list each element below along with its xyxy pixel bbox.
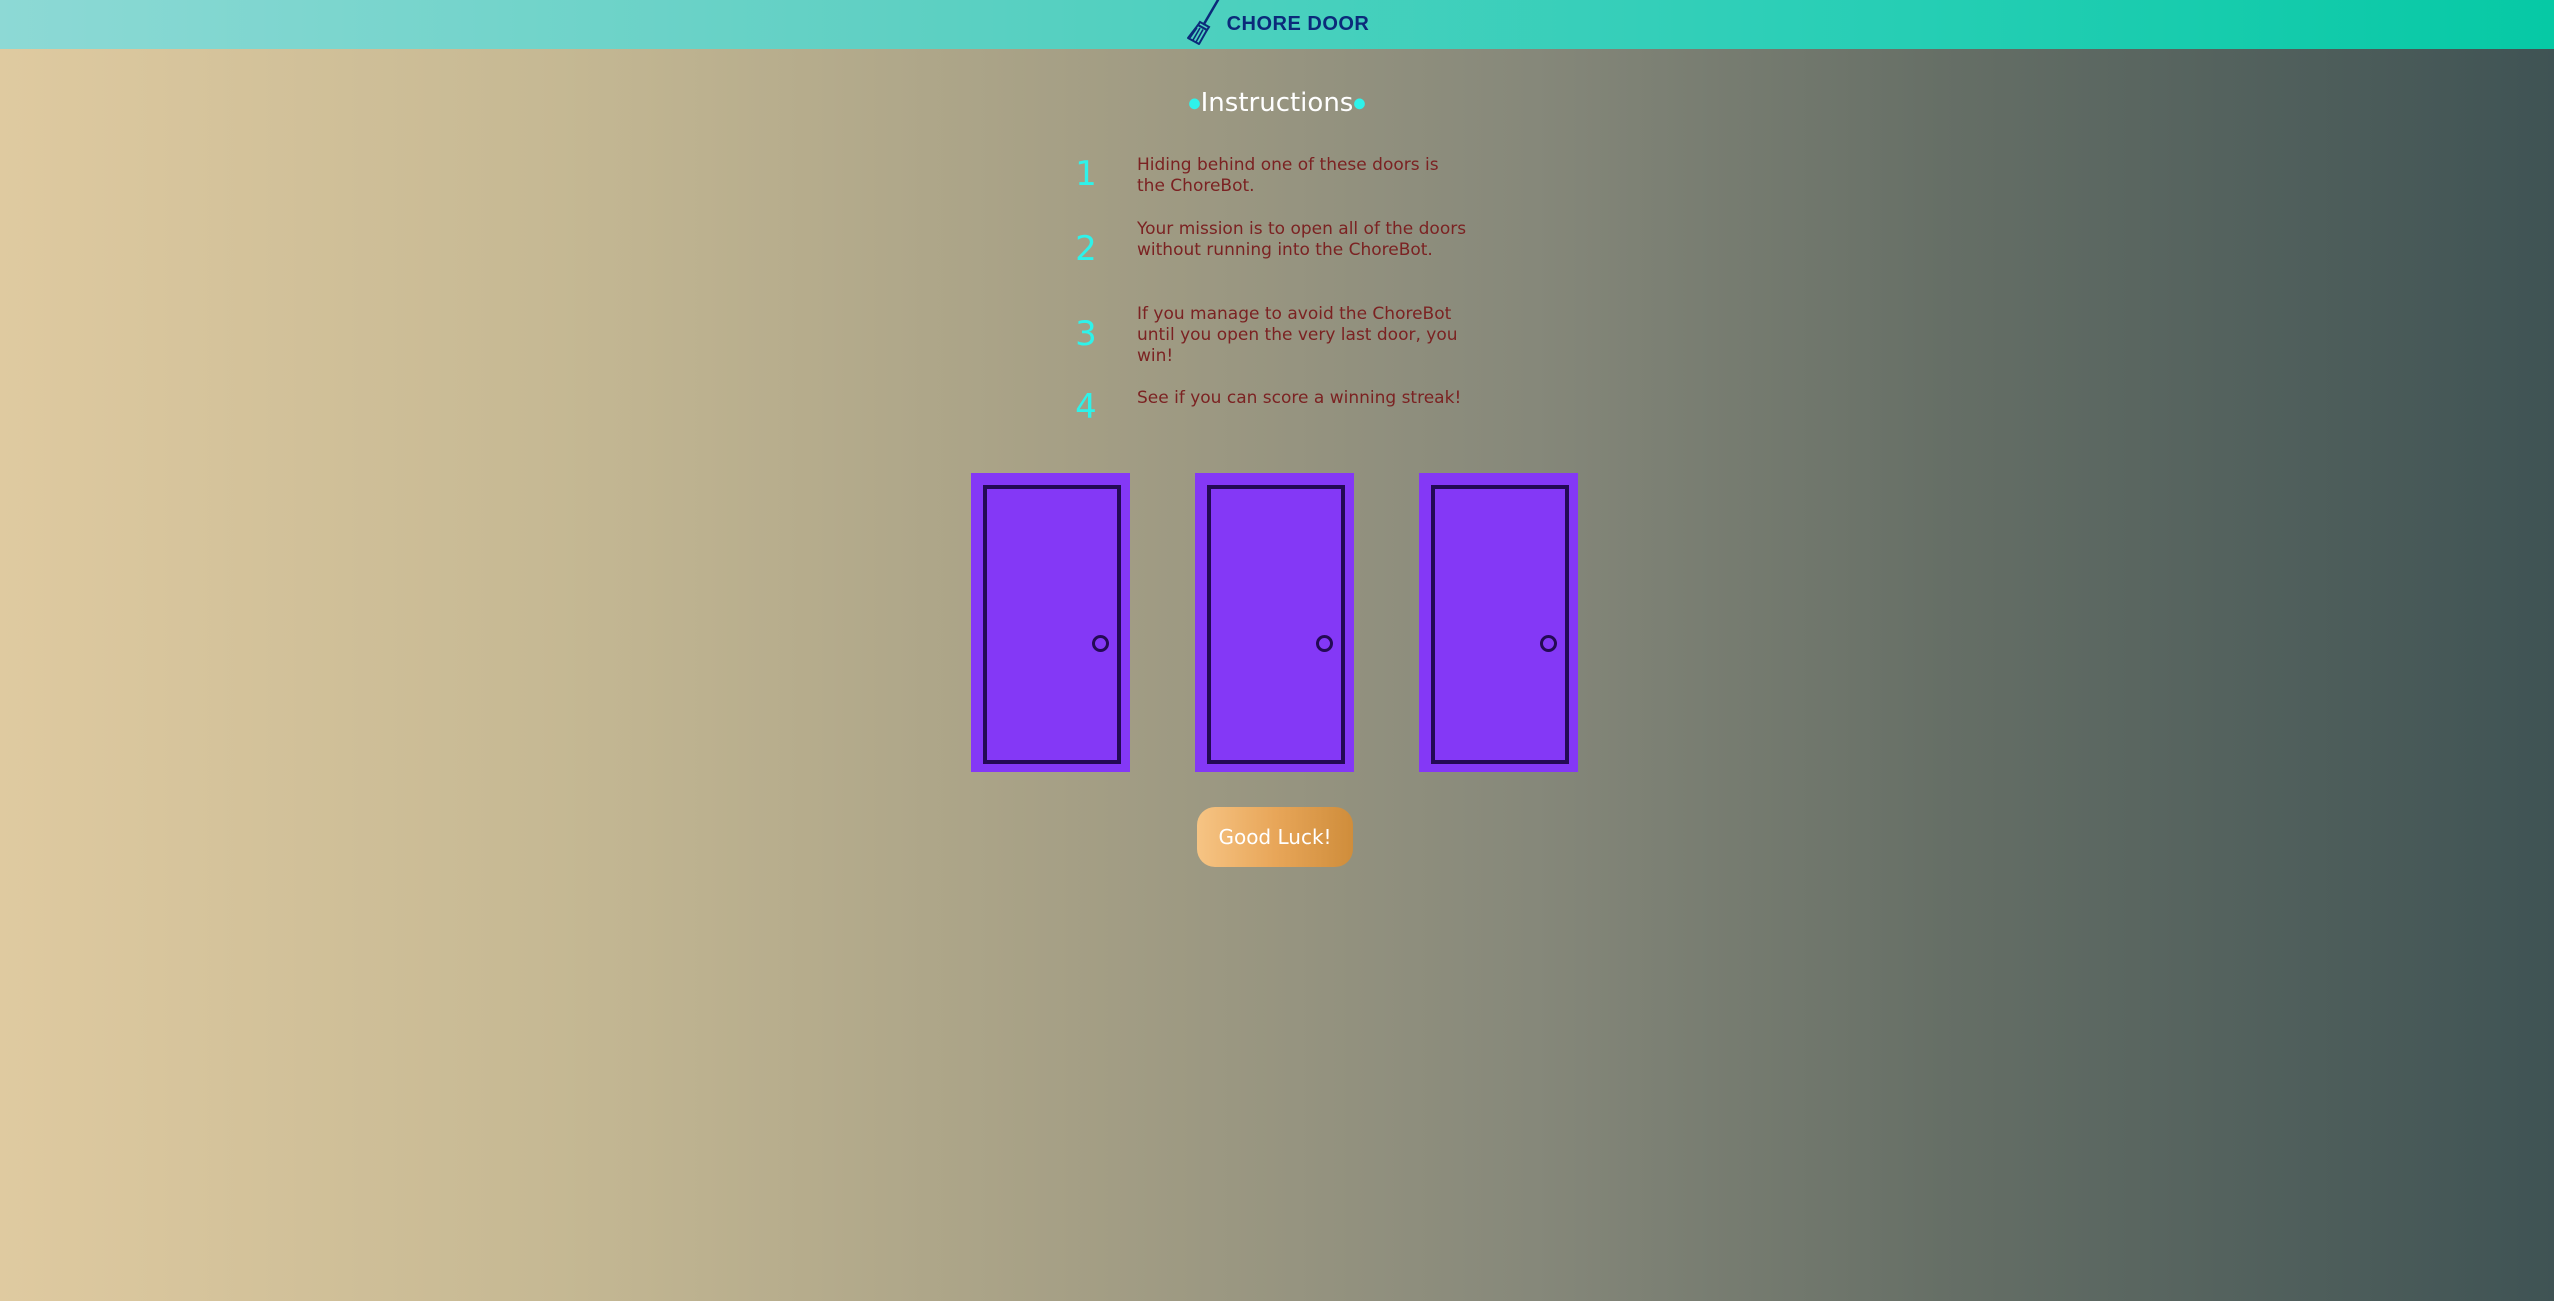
closed-door-icon [1207,485,1345,764]
brand-title: CHORE DOOR [1226,13,1370,35]
step-text: Hiding behind one of these doors is the … [1137,155,1439,196]
step-number: 3 [1075,314,1097,354]
step-text: See if you can score a winning streak! [1137,388,1462,408]
door-knob-icon [1092,635,1109,652]
door-1[interactable] [971,473,1130,772]
instructions-title: Instructions [1200,88,1354,118]
step-text: If you manage to avoid the ChoreBot unti… [1137,304,1458,366]
door-knob-icon [1540,635,1557,652]
good-luck-button[interactable]: Good Luck! [1197,807,1353,867]
broom-icon [1186,0,1219,45]
door-knob-icon [1316,635,1333,652]
step-number: 2 [1075,229,1097,269]
top-bar: CHORE DOOR [0,0,2554,49]
logo: CHORE DOOR [1185,0,1370,46]
sparkle-icon: ● [1353,95,1366,112]
step-number: 1 [1075,154,1097,194]
door-2[interactable] [1195,473,1354,772]
sparkle-icon: ● [1188,95,1201,112]
step-number: 4 [1075,387,1097,427]
step-text: Your mission is to open all of the doors… [1137,219,1467,260]
door-3[interactable] [1419,473,1578,772]
closed-door-icon [1431,485,1569,764]
instructions-heading: ●Instructions● [0,88,2554,118]
closed-door-icon [983,485,1121,764]
